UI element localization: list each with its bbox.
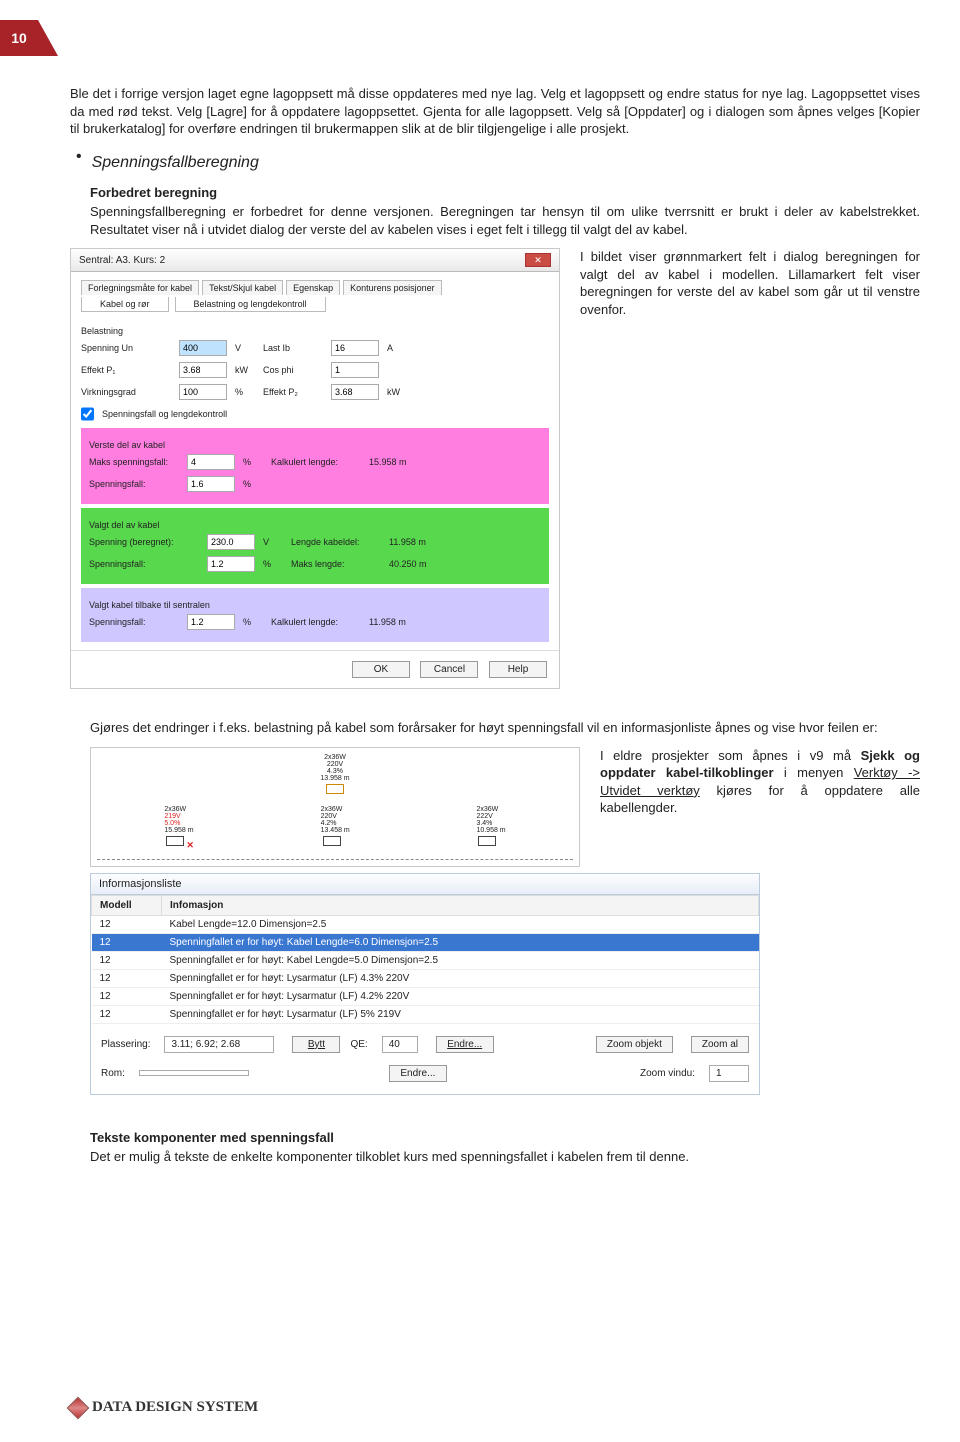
kalkulert-lengde-label: Kalkulert lengde:	[271, 457, 361, 467]
spenning-beregnet-field[interactable]	[207, 534, 255, 550]
close-icon[interactable]: ✕	[525, 253, 551, 267]
zoomvindu-field[interactable]: 1	[709, 1065, 749, 1082]
informasjonsliste-title: Informasjonsliste	[91, 874, 759, 895]
lilac-kalkulert-value: 11.958 m	[369, 617, 406, 627]
tab-egenskap[interactable]: Egenskap	[286, 280, 340, 295]
effekt-p1-field[interactable]	[179, 362, 227, 378]
sidetext-1: I bildet viser grønnmarkert felt i dialo…	[580, 248, 920, 318]
effekt-p1-label: Effekt P₁	[81, 365, 171, 375]
cable-item: 2x36W220V4.2%13.458 m	[321, 806, 350, 851]
table-row[interactable]: 12Kabel Lengde=12.0 Dimensjon=2.5	[92, 915, 759, 933]
subheading-tekste: Tekste komponenter med spenningsfall	[90, 1129, 920, 1147]
paragraph-forbedret-body: Spenningsfallberegning er forbedret for …	[90, 203, 920, 238]
pink-spenningsfall-field[interactable]	[187, 476, 235, 492]
unit-pct: %	[235, 387, 255, 397]
bytt-button[interactable]: Bytt	[292, 1036, 340, 1053]
group-belastning-label: Belastning	[81, 326, 549, 336]
maks-spenningsfall-field[interactable]	[187, 454, 235, 470]
qe-field[interactable]: 40	[382, 1036, 418, 1053]
spenningsfall-checkbox-label: Spenningsfall og lengdekontroll	[102, 409, 227, 419]
green-spenningsfall-field[interactable]	[207, 556, 255, 572]
unit-kw2: kW	[387, 387, 407, 397]
paragraph-lagoppsett: Ble det i forrige versjon laget egne lag…	[70, 85, 920, 138]
zoom-objekt-button[interactable]: Zoom objekt	[596, 1036, 673, 1053]
maks-spenningsfall-label: Maks spenningsfall:	[89, 457, 179, 467]
lilac-title: Valgt kabel tilbake til sentralen	[89, 600, 541, 610]
informasjonsliste-panel: Informasjonsliste Modell Infomasjon 12Ka…	[90, 873, 760, 1095]
cable-top-label: 2x36W220V4.3%13.958 m	[97, 754, 573, 782]
logo-icon	[67, 1396, 90, 1419]
col-modell[interactable]: Modell	[92, 895, 162, 915]
effekt-p2-field[interactable]	[331, 384, 379, 400]
plassering-label: Plassering:	[101, 1039, 150, 1050]
lilac-spenningsfall-label: Spenningsfall:	[89, 617, 179, 627]
zoom-alt-button[interactable]: Zoom al	[691, 1036, 749, 1053]
rom-label: Rom:	[101, 1068, 125, 1079]
paragraph-endringer: Gjøres det endringer i f.eks. belastning…	[90, 719, 920, 737]
paragraph-tekste-body: Det er mulig å tekste de enkelte kompone…	[90, 1148, 920, 1166]
page-number-tab: 10	[0, 20, 38, 56]
dialog-breadcrumb: Sentral: A3. Kurs: 2	[79, 255, 165, 266]
unit-a: A	[387, 343, 407, 353]
cosphi-label: Cos phi	[263, 365, 323, 375]
table-row[interactable]: 12Spenningfallet er for høyt: Lysarmatur…	[92, 1005, 759, 1023]
informasjonsliste-table: Modell Infomasjon 12Kabel Lengde=12.0 Di…	[91, 895, 759, 1024]
spenning-beregnet-label: Spenning (beregnet):	[89, 537, 199, 547]
virkningsgrad-field[interactable]	[179, 384, 227, 400]
table-row[interactable]: 12Spenningfallet er for høyt: Kabel Leng…	[92, 933, 759, 951]
spenning-un-label: Spenning Un	[81, 343, 171, 353]
last-ib-label: Last Ib	[263, 343, 323, 353]
maks-lengde-value: 40.250 m	[389, 559, 427, 569]
endre-button[interactable]: Endre...	[436, 1036, 494, 1053]
col-informasjon[interactable]: Infomasjon	[162, 895, 759, 915]
qe-label: QE:	[350, 1039, 367, 1050]
dialog-screenshot: Sentral: A3. Kurs: 2 ✕ Forlegningsmåte f…	[70, 248, 560, 689]
plassering-field[interactable]: 3.11; 6.92; 2.68	[164, 1036, 274, 1053]
unit-v: V	[235, 343, 255, 353]
rom-field[interactable]	[139, 1070, 249, 1076]
lilac-kalkulert-label: Kalkulert lengde:	[271, 617, 361, 627]
pink-spenningsfall-label: Spenningsfall:	[89, 479, 179, 489]
cancel-button[interactable]: Cancel	[420, 661, 478, 678]
page-content: Ble det i forrige versjon laget egne lag…	[70, 85, 920, 1176]
tab-kabel-og-ror[interactable]: Kabel og rør	[81, 297, 169, 312]
tab-belastning-lengde[interactable]: Belastning og lengdekontroll	[175, 297, 326, 312]
kalkulert-lengde-value: 15.958 m	[369, 457, 407, 467]
subheading-forbedret: Forbedret beregning	[90, 184, 920, 202]
maks-lengde-label: Maks lengde:	[291, 559, 381, 569]
cable-diagram: 2x36W220V4.3%13.958 m 2x36W219V5.0%15.95…	[90, 747, 580, 867]
effekt-p2-label: Effekt P₂	[263, 387, 323, 397]
sidetext-2: I eldre prosjekter som åpnes i v9 må Sje…	[600, 747, 920, 817]
cable-item: 2x36W222V3.4%10.958 m	[476, 806, 505, 851]
lilac-spenningsfall-field[interactable]	[187, 614, 235, 630]
table-row[interactable]: 12Spenningfallet er for høyt: Lysarmatur…	[92, 987, 759, 1005]
cosphi-field[interactable]	[331, 362, 379, 378]
lengde-kabeldel-value: 11.958 m	[389, 537, 426, 547]
spenning-un-field[interactable]	[179, 340, 227, 356]
green-title: Valgt del av kabel	[89, 520, 541, 530]
zoomvindu-label: Zoom vindu:	[640, 1068, 695, 1079]
unit-kw: kW	[235, 365, 255, 375]
table-row[interactable]: 12Spenningfallet er for høyt: Lysarmatur…	[92, 969, 759, 987]
help-button[interactable]: Help	[489, 661, 547, 678]
tab-tekst-skjul[interactable]: Tekst/Skjul kabel	[202, 280, 283, 295]
footer-brand: DATA DESIGN SYSTEM	[70, 1399, 258, 1416]
spenningsfall-checkbox[interactable]	[81, 406, 94, 422]
virkningsgrad-label: Virkningsgrad	[81, 387, 171, 397]
pink-title: Verste del av kabel	[89, 440, 541, 450]
lengde-kabeldel-label: Lengde kabeldel:	[291, 537, 381, 547]
last-ib-field[interactable]	[331, 340, 379, 356]
endre2-button[interactable]: Endre...	[389, 1065, 447, 1082]
section-title-spenningsfall: Spenningsfallberegning	[92, 154, 259, 172]
green-spenningsfall-label: Spenningsfall:	[89, 559, 199, 569]
tab-forlegning[interactable]: Forlegningsmåte for kabel	[81, 280, 199, 295]
tab-konturens[interactable]: Konturens posisjoner	[343, 280, 442, 295]
ok-button[interactable]: OK	[352, 661, 410, 678]
cable-item: 2x36W219V5.0%15.958 m ✕	[164, 806, 194, 851]
table-row[interactable]: 12Spenningfallet er for høyt: Kabel Leng…	[92, 951, 759, 969]
